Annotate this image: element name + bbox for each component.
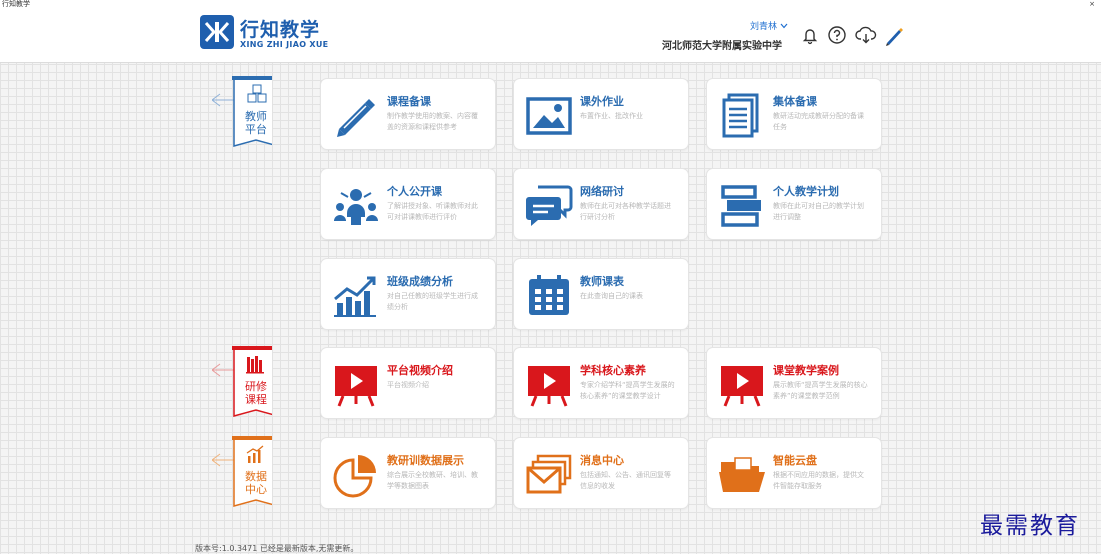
card-title: 教师课表: [580, 275, 624, 288]
documents-icon: [717, 91, 767, 141]
card-title: 课程备课: [387, 95, 431, 108]
card-description: 专家介绍学科“提高学生发展的核心素养”的课堂教学设计: [580, 381, 675, 400]
card-description: 教研活动完成教研分配的备课任务: [773, 112, 864, 131]
card-description: 平台视频介绍: [387, 381, 429, 389]
chart-icon: [245, 445, 267, 465]
card-description: 包括通知、公告、通讯回复等信息的收发: [580, 471, 671, 490]
card-message-center[interactable]: 消息中心 包括通知、公告、通讯回复等信息的收发: [513, 437, 689, 509]
envelopes-icon: [524, 450, 574, 500]
calendar-icon: [524, 271, 574, 321]
card-title: 消息中心: [580, 454, 624, 467]
card-schedule[interactable]: 教师课表 在此查询自己的课表: [513, 258, 689, 330]
logo-title: 行知教学: [240, 19, 321, 41]
watermark: 最需教育: [980, 513, 1080, 539]
section-label-line2: 课程: [245, 393, 267, 406]
card-title: 平台视频介绍: [387, 364, 453, 377]
card-title: 个人公开课: [387, 185, 442, 198]
bell-icon[interactable]: [800, 25, 820, 45]
section-label-line2: 中心: [245, 483, 267, 496]
card-lesson-prep[interactable]: 课程备课 制作教学使用的教案、内容覆盖的资源和课程供参考: [320, 78, 496, 150]
section-teacher-platform: 教师 平台: [212, 76, 278, 150]
section-label-line2: 平台: [245, 123, 267, 136]
card-classroom-cases[interactable]: 课堂教学案例 展示教师“提高学生发展的核心素养”的课堂教学范例: [706, 347, 882, 419]
pencil-icon: [331, 91, 381, 141]
section-data-center: 数据 中心: [212, 436, 278, 510]
stacked-books-icon: [717, 181, 767, 231]
user-menu[interactable]: 刘青林: [750, 19, 788, 32]
card-description: 根据不同应用的数据，提供文件智能存取服务: [773, 471, 864, 490]
audience-icon: [331, 181, 381, 231]
folder-icon: [717, 450, 767, 500]
logo: 行知教学 XING ZHI JIAO XUE: [200, 15, 340, 53]
card-title: 班级成绩分析: [387, 275, 453, 288]
card-title: 教研训数据展示: [387, 454, 464, 467]
logo-mark-icon: [200, 15, 234, 49]
school-name: 河北师范大学附属实验中学: [662, 41, 782, 52]
card-grade-analysis[interactable]: 班级成绩分析 对自己任教的班级学生进行成绩分析: [320, 258, 496, 330]
image-icon: [524, 91, 574, 141]
card-teaching-plan[interactable]: 个人教学计划 教师在此可对自己的教学计划进行调整: [706, 168, 882, 240]
pen-icon[interactable]: [883, 25, 903, 46]
window-titlebar: 行知教学 ×: [0, 0, 1101, 8]
card-cloud-disk[interactable]: 智能云盘 根据不同应用的数据，提供文件智能存取服务: [706, 437, 882, 509]
section-training-courses: 研修 课程: [212, 346, 278, 420]
section-label-line1: 数据: [245, 470, 267, 483]
card-title: 智能云盘: [773, 454, 817, 467]
card-title: 课堂教学案例: [773, 364, 839, 377]
card-description: 展示教师“提高学生发展的核心素养”的课堂教学范例: [773, 381, 868, 400]
user-name: 刘青林: [750, 22, 778, 32]
card-core-literacy[interactable]: 学科核心素养 专家介绍学科“提高学生发展的核心素养”的课堂教学设计: [513, 347, 689, 419]
card-homework[interactable]: 课外作业 布置作业、批改作业: [513, 78, 689, 150]
card-platform-video[interactable]: 平台视频介绍 平台视频介绍: [320, 347, 496, 419]
card-description: 教师在此可对各种教学话题进行研讨分析: [580, 202, 671, 221]
card-open-class[interactable]: 个人公开课 了解讲授对象、听课教师对此可对讲课教师进行评价: [320, 168, 496, 240]
card-description: 制作教学使用的教案、内容覆盖的资源和课程供参考: [387, 112, 478, 131]
cloud-download-icon[interactable]: [855, 25, 877, 45]
card-title: 个人教学计划: [773, 185, 839, 198]
card-description: 在此查询自己的课表: [580, 292, 643, 300]
card-title: 课外作业: [580, 95, 624, 108]
section-label-line1: 研修: [245, 380, 267, 393]
card-title: 网络研讨: [580, 185, 624, 198]
help-icon[interactable]: [827, 25, 847, 45]
video-board-icon: [717, 360, 767, 410]
card-data-display[interactable]: 教研训数据展示 综合展示全校教研、培训、教学等数据图表: [320, 437, 496, 509]
abc-blocks-icon: [246, 84, 268, 106]
version-info: 版本号:1.0.3471 已经是最新版本,无需更新。: [195, 544, 359, 553]
card-description: 教师在此可对自己的教学计划进行调整: [773, 202, 864, 221]
card-group-prep[interactable]: 集体备课 教研活动完成教研分配的备课任务: [706, 78, 882, 150]
section-label-line1: 教师: [245, 110, 267, 123]
chat-bubbles-icon: [524, 181, 574, 231]
video-board-icon: [524, 360, 574, 410]
card-description: 布置作业、批改作业: [580, 112, 643, 120]
header: 行知教学 XING ZHI JIAO XUE 刘青林 河北师范大学附属实验中学: [0, 8, 1101, 63]
window-title: 行知教学: [2, 0, 30, 8]
card-description: 了解讲授对象、听课教师对此可对讲课教师进行评价: [387, 202, 478, 221]
logo-subtitle: XING ZHI JIAO XUE: [240, 40, 329, 49]
card-description: 综合展示全校教研、培训、教学等数据图表: [387, 471, 478, 490]
video-board-icon: [331, 360, 381, 410]
card-description: 对自己任教的班级学生进行成绩分析: [387, 292, 478, 311]
growth-chart-icon: [331, 271, 381, 321]
pie-chart-icon: [331, 450, 381, 500]
card-online-research[interactable]: 网络研讨 教师在此可对各种教学话题进行研讨分析: [513, 168, 689, 240]
card-title: 学科核心素养: [580, 364, 646, 377]
chevron-down-icon: [780, 22, 788, 32]
card-title: 集体备课: [773, 95, 817, 108]
close-icon[interactable]: ×: [1089, 0, 1095, 8]
books-icon: [245, 355, 267, 375]
